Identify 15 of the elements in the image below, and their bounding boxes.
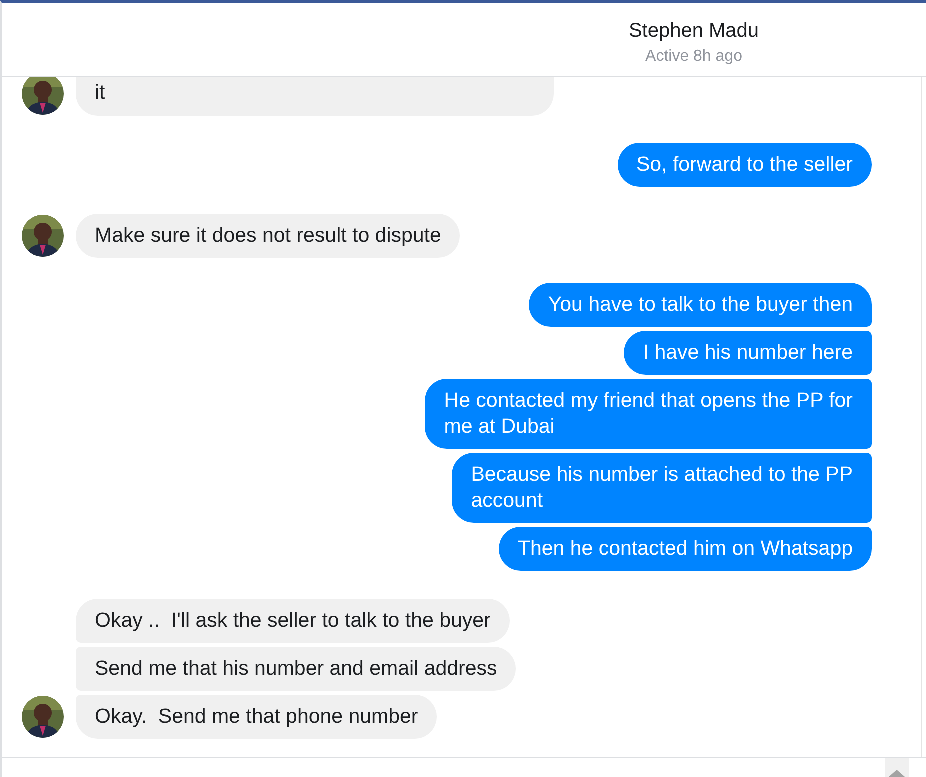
sent-message: I have his number here	[624, 331, 872, 375]
sent-message: Then he contacted him on Whatsapp	[498, 527, 872, 571]
sent-message: You have to talk to the buyer then	[529, 283, 872, 327]
up-arrow-icon	[889, 769, 905, 777]
received-message: Okay. Send me that phone number	[76, 695, 438, 739]
received-message: Okay .. I'll ask the seller to talk to the buyer	[76, 599, 510, 643]
sent-message: Because his number is attached to the PP account	[452, 453, 872, 523]
scroll-up-button[interactable]	[885, 758, 909, 777]
received-message: Send me that his number and email address	[76, 647, 516, 691]
sent-message: He contacted my friend that opens the PP for me at Dubai	[425, 379, 872, 449]
sent-message: So, forward to the seller	[618, 143, 872, 187]
received-message: Make sure it does not result to dispute	[76, 214, 460, 258]
received-message: it	[76, 77, 554, 116]
contact-name: Stephen Madu	[628, 19, 760, 44]
active-status: Active 8h ago	[646, 48, 742, 66]
